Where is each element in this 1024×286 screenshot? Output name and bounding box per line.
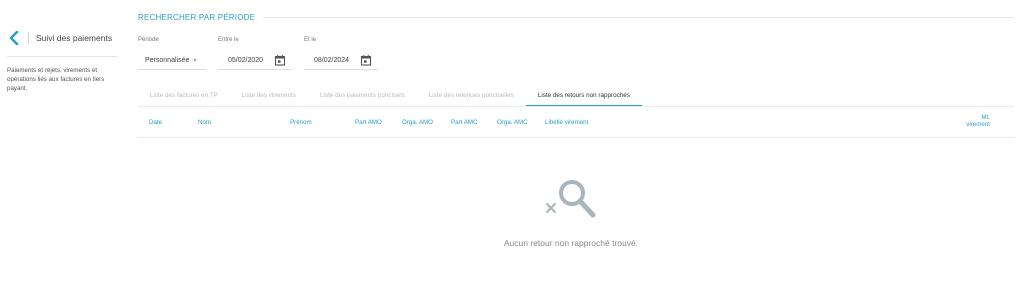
empty-state-text: Aucun retour non rapproché trouvé.: [503, 238, 639, 248]
column-header-libelle-virement[interactable]: Libellé virement: [545, 119, 588, 126]
empty-state-message: Aucun retour non rapproché trouvé.: [0, 238, 1024, 248]
periode-select[interactable]: Personnalisée ▾: [138, 51, 206, 70]
mt-label-line1: Mt.: [981, 114, 990, 121]
tab-bar: Liste des factures en TP Liste des virem…: [138, 88, 642, 106]
sidebar-divider: [7, 56, 117, 57]
header-divider: [28, 32, 29, 44]
end-date-field[interactable]: 08/02/2024: [304, 51, 378, 70]
table-header-divider: [138, 137, 1014, 138]
column-header-prenom[interactable]: Prénom: [290, 119, 312, 126]
sidebar-header: Suivi des paiements: [6, 28, 120, 48]
column-header-date[interactable]: Date: [149, 119, 162, 126]
mt-label-line2: virement: [966, 121, 990, 128]
calendar-icon[interactable]: [360, 54, 372, 66]
start-date-field[interactable]: 05/02/2020: [218, 51, 292, 70]
page-description: Paiements et rejets, virements et opérat…: [7, 67, 105, 92]
back-button[interactable]: [6, 28, 22, 48]
search-no-result-icon: [546, 180, 596, 218]
tab-retours-non-rapproches[interactable]: Liste des retours non rapprochés: [525, 88, 642, 106]
chevron-left-icon: [9, 31, 19, 45]
column-header-orga-amc[interactable]: Orga. AMC: [497, 119, 528, 126]
column-header-part-amc[interactable]: Part AMC: [451, 119, 477, 126]
end-date-value: 08/02/2024: [314, 56, 350, 64]
periode-label: Période: [138, 37, 159, 43]
start-date-value: 05/02/2020: [228, 56, 264, 64]
column-header-nom[interactable]: Nom: [198, 119, 211, 126]
section-divider: [263, 16, 1014, 18]
entre-label: Entre le: [218, 37, 239, 43]
column-header-part-amo[interactable]: Part AMO: [355, 119, 382, 126]
tab-factures-tp[interactable]: Liste des factures en TP: [138, 88, 230, 106]
tabs-divider: [138, 106, 1014, 107]
column-header-mt-virement[interactable]: Mt. virement: [940, 114, 990, 128]
section-header: RECHERCHER PAR PÉRIODE: [138, 11, 1014, 23]
et-label: Et le: [304, 37, 317, 43]
column-header-orga-amo[interactable]: Orga. AMO: [402, 119, 433, 126]
section-title: RECHERCHER PAR PÉRIODE: [138, 12, 256, 22]
periode-value: Personnalisée: [145, 56, 190, 64]
caret-down-icon: ▾: [193, 57, 197, 64]
tab-virements[interactable]: Liste des virements: [230, 88, 308, 106]
calendar-icon[interactable]: [274, 54, 286, 66]
tab-paiements-ponctuels[interactable]: Liste des paiements ponctuels: [308, 88, 417, 106]
page-title: Suivi des paiements: [36, 33, 113, 43]
tab-retenues-ponctuelles[interactable]: Liste des retenues ponctuelles: [417, 88, 526, 106]
